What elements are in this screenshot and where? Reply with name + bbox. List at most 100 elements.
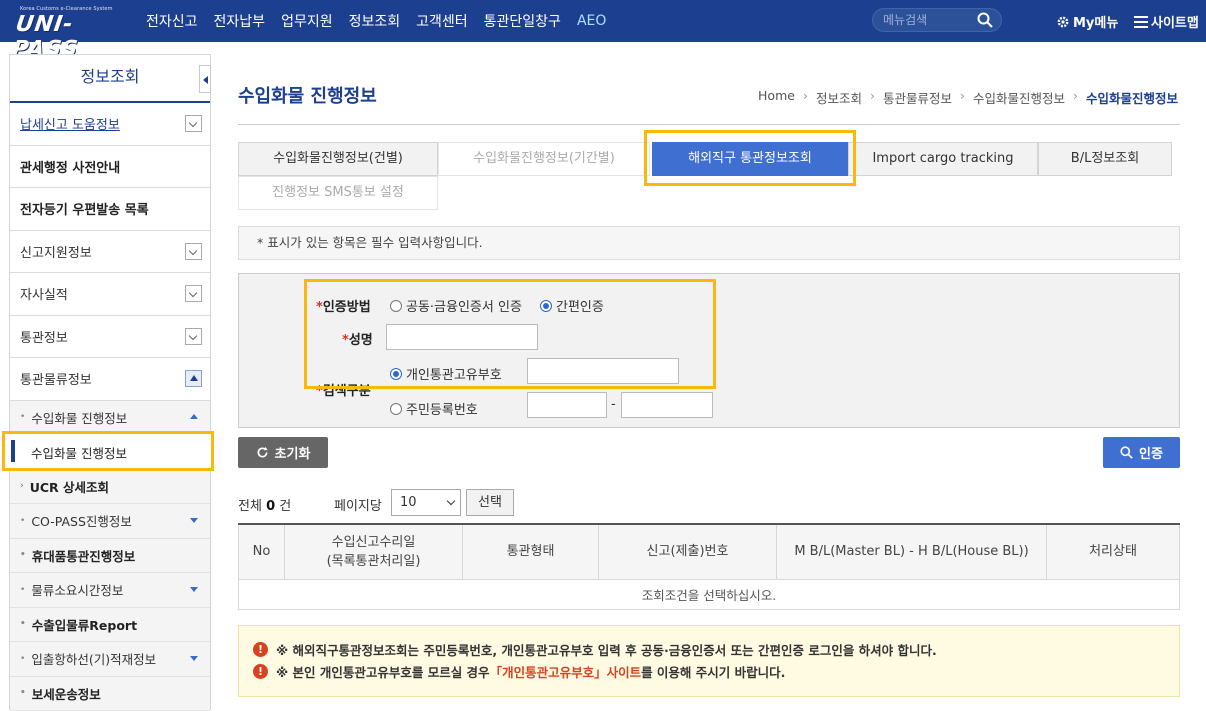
tab-bl-info[interactable]: B/L정보조회 xyxy=(1038,142,1172,176)
menu-search-input[interactable] xyxy=(883,12,973,28)
search-resident-number-radio[interactable]: 주민등록번호 xyxy=(390,399,478,418)
auth-simple-radio[interactable]: 간편인증 xyxy=(540,296,604,315)
warning-line-1: ! ※ 해외직구통관정보조회는 주민등록번호, 개인통관고유부호 입력 후 공동… xyxy=(253,640,937,659)
caret-up-icon[interactable] xyxy=(190,414,198,419)
chevron-down-icon[interactable] xyxy=(185,243,202,260)
breadcrumb-home[interactable]: Home xyxy=(758,88,795,107)
sub-item-copass[interactable]: • CO-PASS진행정보 xyxy=(10,504,210,539)
sidebar-collapse-icon[interactable] xyxy=(199,65,211,93)
bullet-icon: • xyxy=(20,585,25,595)
warning-text: 를 이용해 주시기 바랍니다. xyxy=(641,662,785,681)
bullet-icon: • xyxy=(20,412,25,422)
sitemap-button[interactable]: 사이트맵 xyxy=(1134,12,1199,31)
sub-item-label: 보세운송정보 xyxy=(32,684,101,703)
sub-item-ucr[interactable]: › UCR 상세조회 xyxy=(10,470,210,505)
total-count: 전체 0 건 xyxy=(238,495,291,514)
sub-item-import-cargo[interactable]: • 수입화물 진행정보 xyxy=(10,401,210,436)
sidebar-item-report-support[interactable]: 신고지원정보 xyxy=(10,231,210,274)
sidebar-item-registered-mail[interactable]: 전자등기 우편발송 목록 xyxy=(10,188,210,231)
sidebar-active-item[interactable]: 수입화물 진행정보 xyxy=(2,431,214,471)
breadcrumb-current: 수입화물진행정보 xyxy=(1086,88,1178,107)
resident-number-front-input[interactable] xyxy=(527,392,607,418)
nav-single-window[interactable]: 통관단일창구 xyxy=(484,11,561,31)
caret-down-icon[interactable] xyxy=(190,656,198,661)
nav-aeo[interactable]: AEO xyxy=(577,13,606,29)
sub-item-label: 물류소요시간정보 xyxy=(31,580,123,599)
tab-overseas-purchase[interactable]: 해외직구 통관정보조회 xyxy=(652,142,848,176)
radio-icon xyxy=(390,300,402,312)
perpage-select[interactable]: 10 xyxy=(391,489,461,516)
auth-certificate-radio[interactable]: 공동·금융인증서 인증 xyxy=(390,296,522,315)
sidebar-item-customs-guide[interactable]: 관세행정 사전안내 xyxy=(10,146,210,189)
reset-button[interactable]: 초기화 xyxy=(238,437,328,468)
col-accept-date: 수입신고수리일(목록통관처리일) xyxy=(285,524,463,579)
mymenu-button[interactable]: My메뉴 xyxy=(1056,12,1118,31)
chevron-down-icon[interactable] xyxy=(185,328,202,345)
top-header: Korea Customs e-Clearance System UNI-PAS… xyxy=(0,0,1206,42)
sidebar-item-logistics-info[interactable]: 통관물류정보 xyxy=(10,358,210,401)
breadcrumb: Home› 정보조회› 통관물류정보› 수입화물진행정보› 수입화물진행정보 xyxy=(756,88,1180,107)
auth-method-label: *인증방법 xyxy=(316,296,371,315)
nav-info-inquiry[interactable]: 정보조회 xyxy=(349,11,401,31)
tab-import-cargo-tracking[interactable]: Import cargo tracking xyxy=(848,142,1038,176)
auth-button[interactable]: 인증 xyxy=(1103,437,1180,468)
select-button[interactable]: 선택 xyxy=(466,489,514,516)
sub-item-label: 휴대품통관진행정보 xyxy=(32,546,136,565)
sidebar-item-label: 자사실적 xyxy=(20,284,68,303)
nav-work-support[interactable]: 업무지원 xyxy=(281,11,333,31)
radio-label: 개인통관고유부호 xyxy=(406,364,502,383)
sub-item-port-loading[interactable]: • 입출항하선(기)적재정보 xyxy=(10,642,210,677)
sidebar-item-label: 전자등기 우편발송 목록 xyxy=(20,199,149,218)
resident-number-dash: - xyxy=(611,397,616,412)
breadcrumb-item[interactable]: 통관물류정보 xyxy=(883,88,952,107)
sub-item-baggage[interactable]: • 휴대품통관진행정보 xyxy=(10,539,210,574)
auth-button-label: 인증 xyxy=(1139,443,1163,462)
name-label: *성명 xyxy=(342,329,373,348)
sub-item-label: 수입화물 진행정보 xyxy=(31,408,127,427)
radio-label: 간편인증 xyxy=(556,296,604,315)
unipass-logo[interactable]: Korea Customs e-Clearance System UNI-PAS… xyxy=(12,6,122,38)
col-status: 처리상태 xyxy=(1047,524,1180,579)
sidebar: 정보조회 납세신고 도움정보 관세행정 사전안내 전자등기 우편발송 목록 신고… xyxy=(9,54,211,710)
customs-code-site-link[interactable]: 「개인통관고유부호」사이트 xyxy=(490,662,642,681)
nav-customer-center[interactable]: 고객센터 xyxy=(416,11,468,31)
perpage-label: 페이지당 xyxy=(334,495,382,514)
sub-item-report[interactable]: • 수출입물류Report xyxy=(10,608,210,643)
warning-icon: ! xyxy=(253,664,268,679)
search-icon[interactable] xyxy=(977,12,993,28)
chevron-down-icon[interactable] xyxy=(185,115,202,132)
gear-icon xyxy=(1056,15,1070,29)
table-row: 조회조건을 선택하십시오. xyxy=(239,579,1180,609)
bullet-icon: • xyxy=(20,619,26,629)
caret-down-icon[interactable] xyxy=(190,587,198,592)
sidebar-item-label: 관세행정 사전안내 xyxy=(20,157,120,176)
customs-code-input[interactable] xyxy=(527,358,679,384)
sidebar-item-clearance-info[interactable]: 통관정보 xyxy=(10,316,210,359)
required-notice: * 표시가 있는 항목은 필수 입력사항입니다. xyxy=(238,226,1180,260)
tab-sms-setting[interactable]: 진행정보 SMS통보 설정 xyxy=(238,176,438,210)
search-customs-code-radio[interactable]: 개인통관고유부호 xyxy=(390,364,502,383)
sidebar-item-company-records[interactable]: 자사실적 xyxy=(10,273,210,316)
resident-number-back-input[interactable] xyxy=(621,392,713,418)
caret-down-icon[interactable] xyxy=(190,518,198,523)
tab-import-by-period[interactable]: 수입화물진행정보(기간별) xyxy=(438,142,650,176)
nav-electronic-report[interactable]: 전자신고 xyxy=(146,11,198,31)
breadcrumb-item[interactable]: 수입화물진행정보 xyxy=(973,88,1065,107)
sub-item-bonded-transport[interactable]: • 보세운송정보 xyxy=(10,677,210,711)
breadcrumb-item[interactable]: 정보조회 xyxy=(816,88,862,107)
chevron-up-icon[interactable] xyxy=(185,370,202,387)
sidebar-item-tax-help[interactable]: 납세신고 도움정보 xyxy=(10,103,210,146)
sub-item-label: CO-PASS진행정보 xyxy=(31,511,132,530)
col-no: No xyxy=(239,524,285,579)
sidebar-item-label: 납세신고 도움정보 xyxy=(20,114,120,133)
title-divider xyxy=(238,124,1180,125)
bullet-icon: • xyxy=(20,654,25,664)
tab-import-by-case[interactable]: 수입화물진행정보(건별) xyxy=(238,142,438,176)
search-type-label: *검색구분 xyxy=(316,380,371,399)
nav-electronic-payment[interactable]: 전자납부 xyxy=(214,11,266,31)
chevron-down-icon[interactable] xyxy=(185,285,202,302)
name-input[interactable] xyxy=(386,324,538,350)
warning-line-2: ! ※ 본인 개인통관고유부호를 모르실 경우 「개인통관고유부호」사이트 를 … xyxy=(253,662,785,681)
mymenu-label: My메뉴 xyxy=(1073,12,1118,31)
sub-item-logistics-time[interactable]: • 물류소요시간정보 xyxy=(10,573,210,608)
